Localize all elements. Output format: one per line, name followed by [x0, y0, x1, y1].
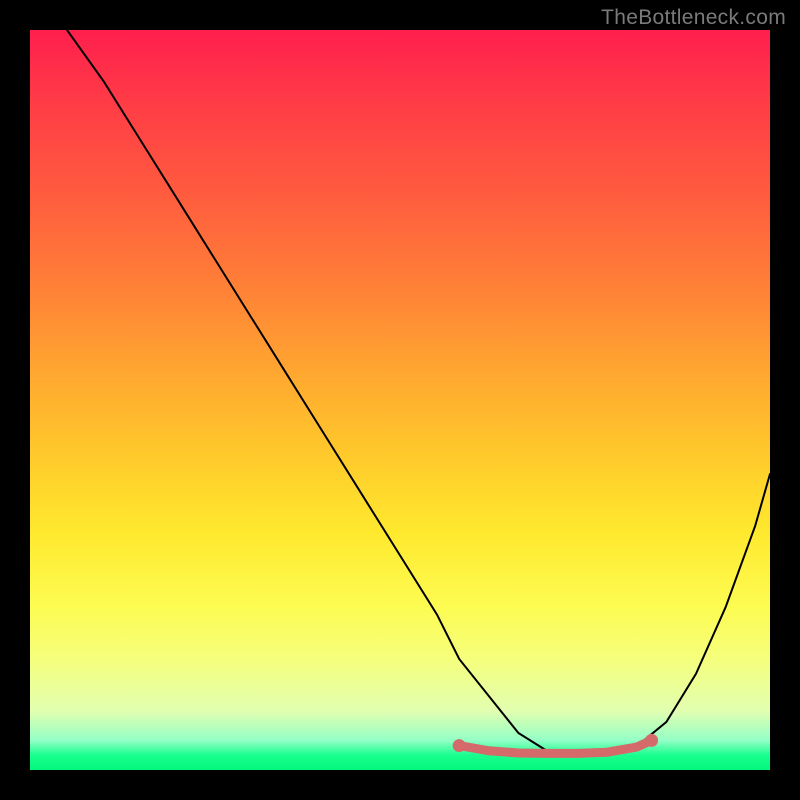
curve-svg — [30, 30, 770, 770]
bottleneck-curve — [67, 30, 770, 754]
plot-area — [30, 30, 770, 770]
highlight-endpoint-right — [645, 734, 658, 747]
chart-frame: TheBottleneck.com — [0, 0, 800, 800]
flat-highlight-segment — [459, 740, 651, 753]
highlight-endpoint-left — [453, 739, 466, 752]
watermark-text: TheBottleneck.com — [601, 6, 786, 30]
